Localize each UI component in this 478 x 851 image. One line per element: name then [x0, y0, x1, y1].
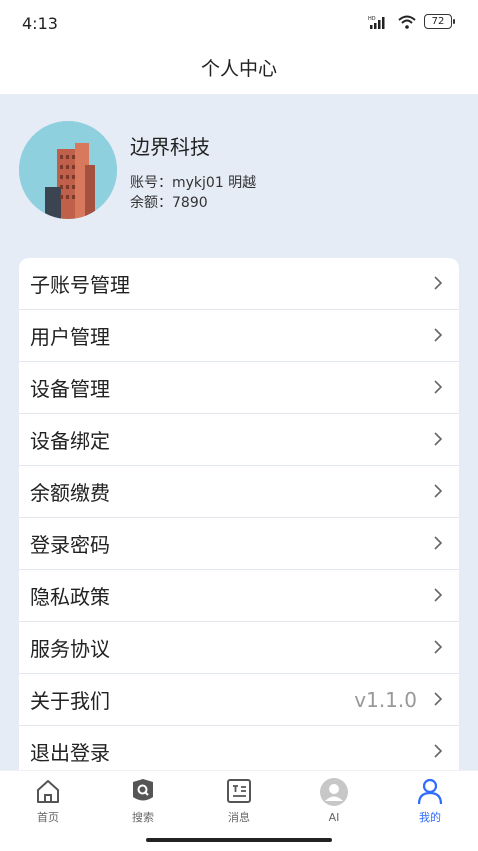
tab-label: 首页 [37, 811, 59, 824]
status-bar: 4:13 HD 72 [0, 0, 478, 48]
menu-item-label: 余额缴费 [30, 481, 110, 505]
menu-item-label: 登录密码 [30, 533, 110, 557]
wifi-icon [398, 15, 416, 29]
chevron-right-icon [434, 276, 443, 290]
menu-item-label: 子账号管理 [30, 273, 130, 297]
menu-item-device-binding[interactable]: 设备绑定 [19, 414, 459, 466]
ai-icon [320, 778, 348, 806]
chevron-right-icon [434, 484, 443, 498]
menu-item-label: 隐私政策 [30, 585, 110, 609]
chevron-right-icon [434, 692, 443, 706]
menu-item-label: 服务协议 [30, 637, 110, 661]
status-time: 4:13 [22, 14, 58, 33]
profile-card: 边界科技 账号：mykj01 明越 余额：7890 [0, 94, 478, 258]
menu-item-about-us[interactable]: 关于我们 v1.1.0 [19, 674, 459, 726]
company-name: 边界科技 [130, 135, 210, 159]
menu-item-login-password[interactable]: 登录密码 [19, 518, 459, 570]
app-version: v1.1.0 [354, 687, 417, 712]
chevron-right-icon [434, 640, 443, 654]
avatar[interactable] [19, 121, 117, 219]
status-icons: HD 72 [368, 14, 455, 29]
chevron-right-icon [434, 588, 443, 602]
tab-ai[interactable]: AI [304, 777, 364, 833]
tab-label: 消息 [228, 811, 250, 824]
tab-label: AI [328, 811, 340, 824]
menu-item-privacy-policy[interactable]: 隐私政策 [19, 570, 459, 622]
account-info: 账号：mykj01 明越 [130, 175, 257, 191]
home-indicator[interactable] [146, 838, 332, 842]
chevron-right-icon [434, 328, 443, 342]
menu-item-label: 设备管理 [30, 377, 110, 401]
menu-item-label: 关于我们 [30, 689, 110, 713]
balance-info: 余额：7890 [130, 195, 208, 211]
home-icon [37, 780, 59, 803]
tab-search[interactable]: 搜索 [113, 777, 173, 833]
message-icon [227, 779, 251, 803]
search-icon [133, 779, 153, 801]
chevron-right-icon [434, 744, 443, 758]
chevron-right-icon [434, 432, 443, 446]
svg-text:HD: HD [368, 16, 376, 22]
tab-home[interactable]: 首页 [18, 777, 78, 833]
user-icon [417, 778, 443, 805]
menu-item-label: 用户管理 [30, 325, 110, 349]
menu-item-label: 设备绑定 [30, 429, 110, 453]
tab-messages[interactable]: 消息 [209, 777, 269, 833]
battery-icon: 72 [424, 14, 455, 29]
menu-item-label: 退出登录 [30, 741, 110, 765]
building-photo-icon [19, 121, 117, 219]
page-title: 个人中心 [0, 48, 478, 94]
battery-level: 72 [431, 16, 445, 27]
menu-item-user-management[interactable]: 用户管理 [19, 310, 459, 362]
menu-item-service-agreement[interactable]: 服务协议 [19, 622, 459, 674]
settings-menu: 子账号管理 用户管理 设备管理 设备绑定 余额缴费 登录密码 隐私政策 服务协议… [19, 258, 459, 778]
menu-item-balance-payment[interactable]: 余额缴费 [19, 466, 459, 518]
menu-item-device-management[interactable]: 设备管理 [19, 362, 459, 414]
tab-label: 搜索 [132, 811, 154, 824]
chevron-right-icon [434, 380, 443, 394]
tab-label: 我的 [419, 811, 441, 824]
signal-icon: HD [368, 16, 385, 29]
menu-item-sub-accounts[interactable]: 子账号管理 [19, 258, 459, 310]
chevron-right-icon [434, 536, 443, 550]
tab-me[interactable]: 我的 [400, 777, 460, 833]
